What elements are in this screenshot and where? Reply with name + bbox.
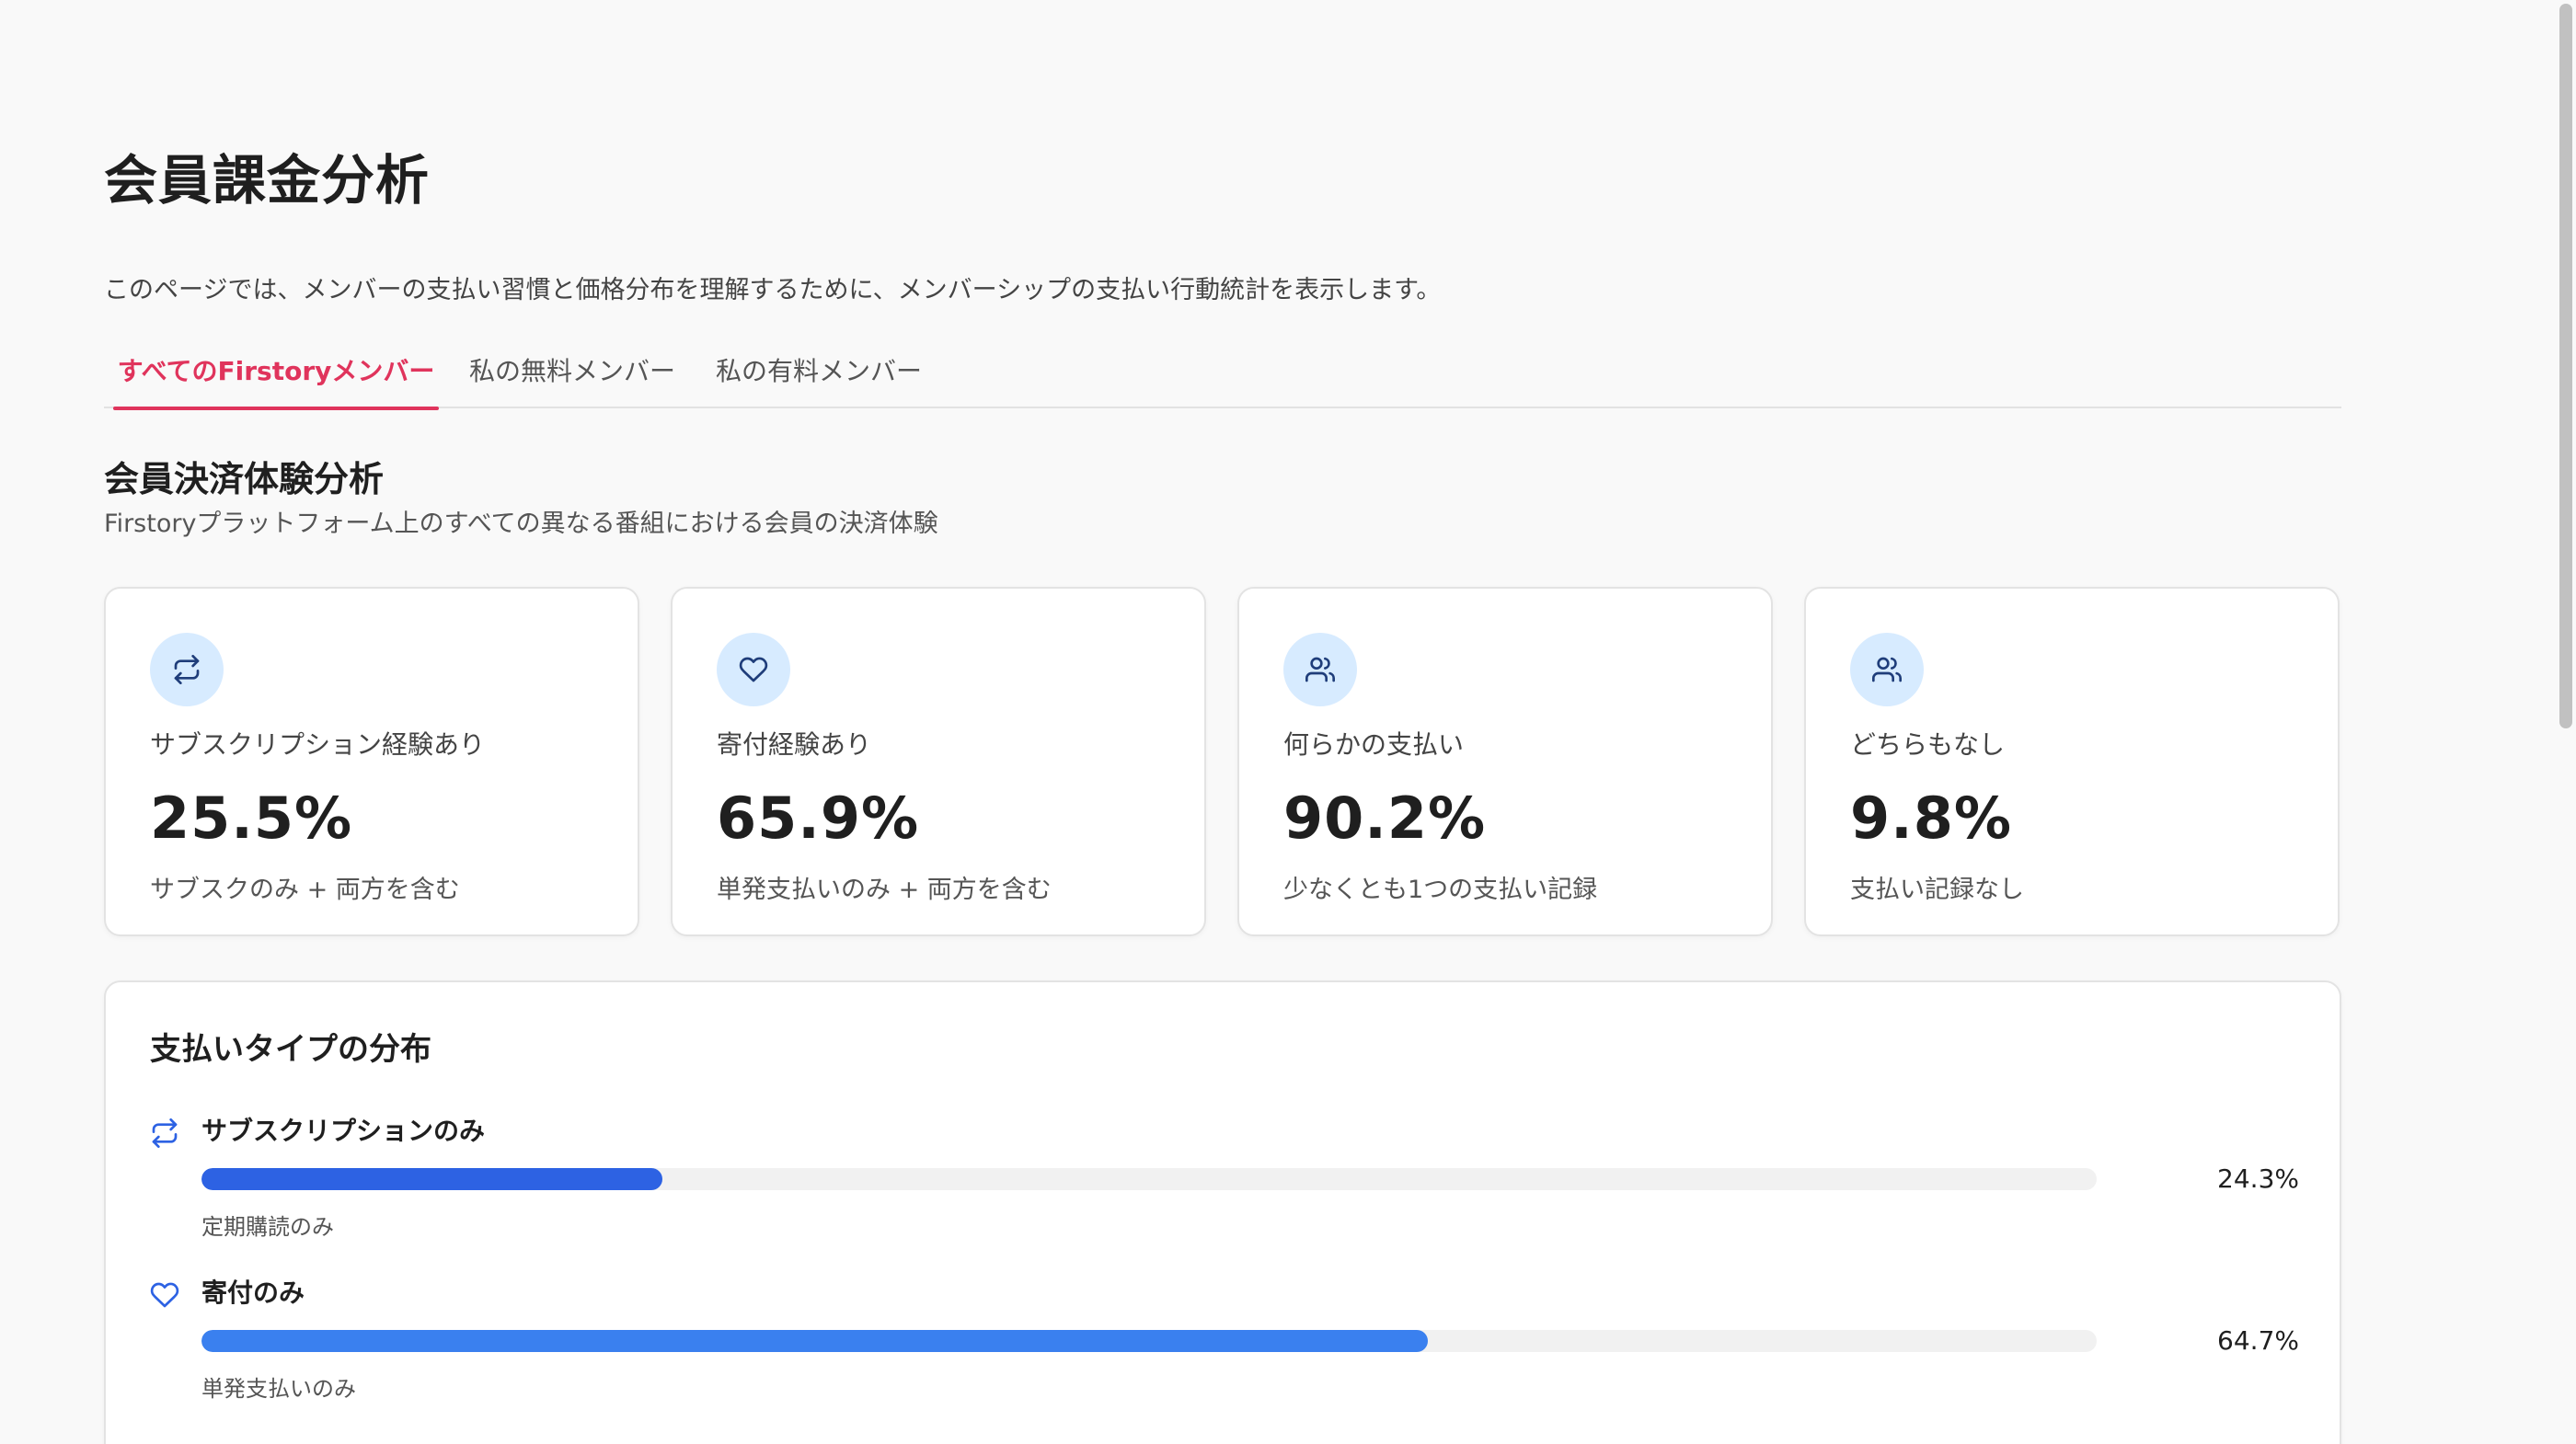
page-scrollbar[interactable] — [2556, 0, 2576, 1444]
stat-card-none: どちらもなし 9.8% 支払い記録なし — [1804, 587, 2340, 936]
stat-card-note: 少なくとも1つの支払い記録 — [1283, 876, 1598, 904]
users-icon — [1850, 633, 1924, 706]
stat-card-any-payment: 何らかの支払い 90.2% 少なくとも1つの支払い記録 — [1237, 587, 1773, 936]
stat-card-donation: 寄付経験あり 65.9% 単発支払いのみ + 両方を含む — [671, 587, 1206, 936]
tab-my-paid-members[interactable]: 私の有料メンバー — [706, 342, 932, 408]
distribution-percent: 64.7% — [2217, 1325, 2299, 1356]
tab-bar: すべてのFirstoryメンバー 私の無料メンバー 私の有料メンバー — [104, 342, 2341, 410]
progress-bar-track — [201, 1168, 2097, 1190]
stat-card-value: 25.5% — [150, 785, 353, 852]
stat-card-note: 支払い記録なし — [1850, 876, 2024, 904]
distribution-row-donation-only: 寄付のみ 64.7% 単発支払いのみ — [106, 1269, 2343, 1426]
stat-card-label: 何らかの支払い — [1283, 729, 1465, 760]
distribution-row-subscription-only: サブスクリプションのみ 24.3% 定期購読のみ — [106, 1107, 2343, 1264]
stat-card-label: どちらもなし — [1850, 729, 2006, 760]
progress-bar-fill — [201, 1330, 1428, 1352]
stat-card-note: 単発支払いのみ + 両方を含む — [717, 876, 1052, 904]
distribution-note: 単発支払いのみ — [201, 1376, 356, 1402]
section-title: 会員決済体験分析 — [104, 459, 385, 499]
repeat-icon — [150, 633, 224, 706]
heart-icon — [150, 1280, 179, 1310]
distribution-note: 定期購読のみ — [201, 1214, 334, 1240]
tab-all-firstory-members[interactable]: すべてのFirstoryメンバー — [113, 342, 439, 410]
distribution-percent: 24.3% — [2217, 1163, 2299, 1194]
page-title: 会員課金分析 — [104, 149, 431, 212]
stat-card-value: 65.9% — [717, 785, 920, 852]
heart-icon — [717, 633, 790, 706]
tab-my-free-members[interactable]: 私の無料メンバー — [459, 342, 685, 408]
payment-type-distribution-panel: 支払いタイプの分布 サブスクリプションのみ 24.3% 定期購読のみ 寄付のみ … — [104, 980, 2341, 1444]
stat-card-value: 9.8% — [1850, 785, 2012, 852]
distribution-title: 支払いタイプの分布 — [150, 1031, 431, 1068]
page-description: このページでは、メンバーの支払い習慣と価格分布を理解するために、メンバーシップの… — [104, 276, 1442, 304]
section-subtitle: Firstoryプラットフォーム上のすべての異なる番組における会員の決済体験 — [104, 510, 938, 538]
stat-card-note: サブスクのみ + 両方を含む — [150, 876, 460, 904]
distribution-label: サブスクリプションのみ — [201, 1116, 486, 1146]
page: 会員課金分析 このページでは、メンバーの支払い習慣と価格分布を理解するために、メ… — [0, 0, 2576, 1444]
progress-bar-track — [201, 1330, 2097, 1352]
stat-card-value: 90.2% — [1283, 785, 1487, 852]
distribution-label: 寄付のみ — [201, 1278, 305, 1308]
users-icon — [1283, 633, 1357, 706]
scrollbar-thumb[interactable] — [2559, 4, 2572, 728]
stat-card-subscription: サブスクリプション経験あり 25.5% サブスクのみ + 両方を含む — [104, 587, 639, 936]
stat-card-label: 寄付経験あり — [717, 729, 872, 760]
stat-card-label: サブスクリプション経験あり — [150, 729, 486, 760]
progress-bar-fill — [201, 1168, 662, 1190]
repeat-icon — [150, 1118, 179, 1148]
